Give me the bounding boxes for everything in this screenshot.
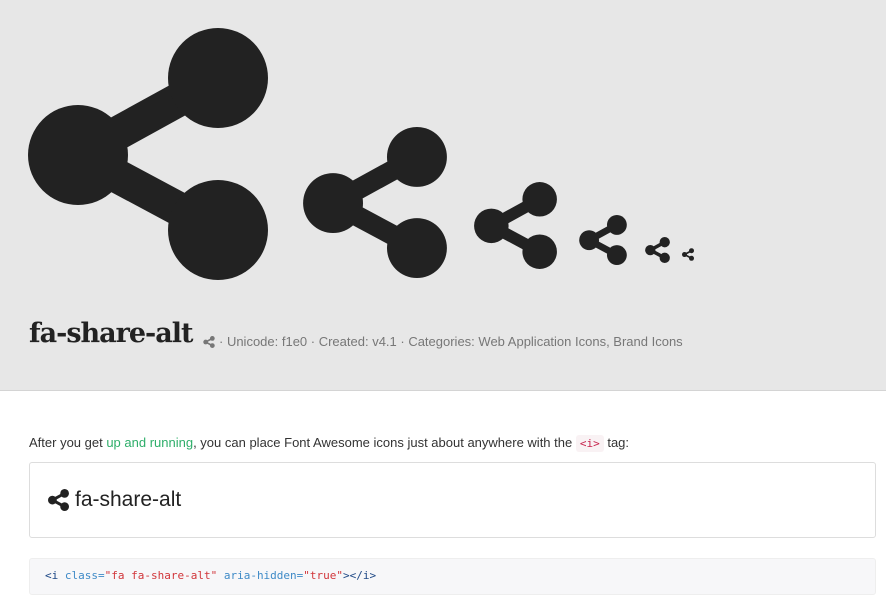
code-close: ></i> xyxy=(343,569,377,582)
share-alt-icon xyxy=(303,127,447,278)
share-alt-icon xyxy=(28,28,268,280)
up-and-running-link[interactable]: up and running xyxy=(106,435,193,450)
intro-after: , you can place Font Awesome icons just … xyxy=(193,435,576,450)
code-attr: class= xyxy=(58,569,105,582)
share-alt-icon xyxy=(682,248,694,261)
code-value: "fa fa-share-alt" xyxy=(104,569,218,582)
share-alt-icon xyxy=(579,215,627,265)
share-alt-icon xyxy=(48,489,69,511)
share-alt-icon xyxy=(203,336,215,348)
share-alt-icon xyxy=(474,182,557,269)
code-attr: aria-hidden= xyxy=(217,569,304,582)
intro-text: After you get up and running, you can pl… xyxy=(29,435,630,452)
example-box: fa-share-alt xyxy=(29,462,876,538)
intro-end: tag: xyxy=(603,435,630,450)
page-title: fa-share-alt xyxy=(29,318,193,349)
code-value: "true" xyxy=(303,569,344,582)
i-tag-code: <i> xyxy=(575,435,604,452)
icon-meta: · Unicode: f1e0 · Created: v4.1 · Catego… xyxy=(203,334,683,349)
meta-text: · Unicode: f1e0 · Created: v4.1 · Catego… xyxy=(219,334,683,349)
icon-hero: fa-share-alt · Unicode: f1e0 · Created: … xyxy=(0,0,886,391)
intro-before: After you get xyxy=(29,435,107,450)
code-snippet[interactable]: <i class="fa fa-share-alt" aria-hidden="… xyxy=(29,558,876,595)
share-alt-icon xyxy=(645,237,670,263)
code-open: <i xyxy=(45,569,59,582)
example-label: fa-share-alt xyxy=(75,488,182,511)
